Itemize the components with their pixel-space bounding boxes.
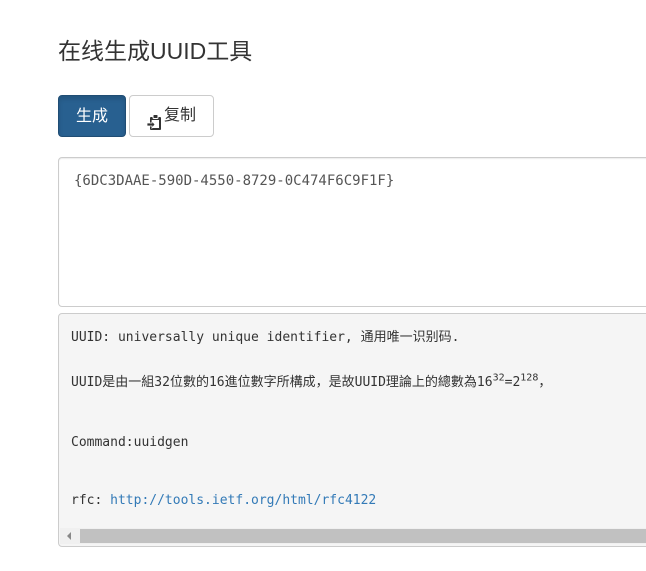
uuid-description-mid: =2 bbox=[504, 375, 521, 390]
horizontal-scrollbar[interactable] bbox=[60, 528, 646, 544]
info-panel: UUID: universally unique identifier, 通用唯… bbox=[58, 313, 646, 547]
scroll-left-arrow-icon[interactable] bbox=[67, 532, 71, 540]
clipboard-icon bbox=[146, 107, 163, 130]
uuid-description-prefix: UUID是由一組32位數的16進位數字所構成，是故UUID理論上的總數為16 bbox=[71, 375, 493, 390]
uuid-output-textarea[interactable]: {6DC3DAAE-590D-4550-8729-0C474F6C9F1F} bbox=[58, 157, 646, 307]
copy-button[interactable]: 复制 bbox=[129, 95, 214, 137]
uuid-description-text: UUID是由一組32位數的16進位數字所構成，是故UUID理論上的總數為1632… bbox=[71, 372, 552, 392]
scrollbar-thumb[interactable] bbox=[80, 529, 646, 543]
command-text: Command:uuidgen bbox=[71, 434, 188, 452]
rfc-label: rfc: bbox=[71, 493, 111, 508]
exponent-128: 128 bbox=[520, 372, 539, 384]
exponent-32: 32 bbox=[492, 372, 505, 384]
uuid-definition-text: UUID: universally unique identifier, 通用唯… bbox=[71, 330, 460, 345]
uuid-description-suffix: ， bbox=[538, 375, 552, 390]
command-value: uuidgen bbox=[133, 435, 189, 450]
copy-button-label: 复制 bbox=[163, 107, 196, 124]
rfc-link[interactable]: http://tools.ietf.org/html/rfc4122 bbox=[110, 493, 376, 508]
page-title: 在线生成UUID工具 bbox=[58, 38, 253, 64]
command-label: Command: bbox=[71, 435, 134, 450]
generate-button[interactable]: 生成 bbox=[58, 95, 126, 137]
rfc-text: rfc: http://tools.ietf.org/html/rfc4122 bbox=[71, 492, 376, 510]
